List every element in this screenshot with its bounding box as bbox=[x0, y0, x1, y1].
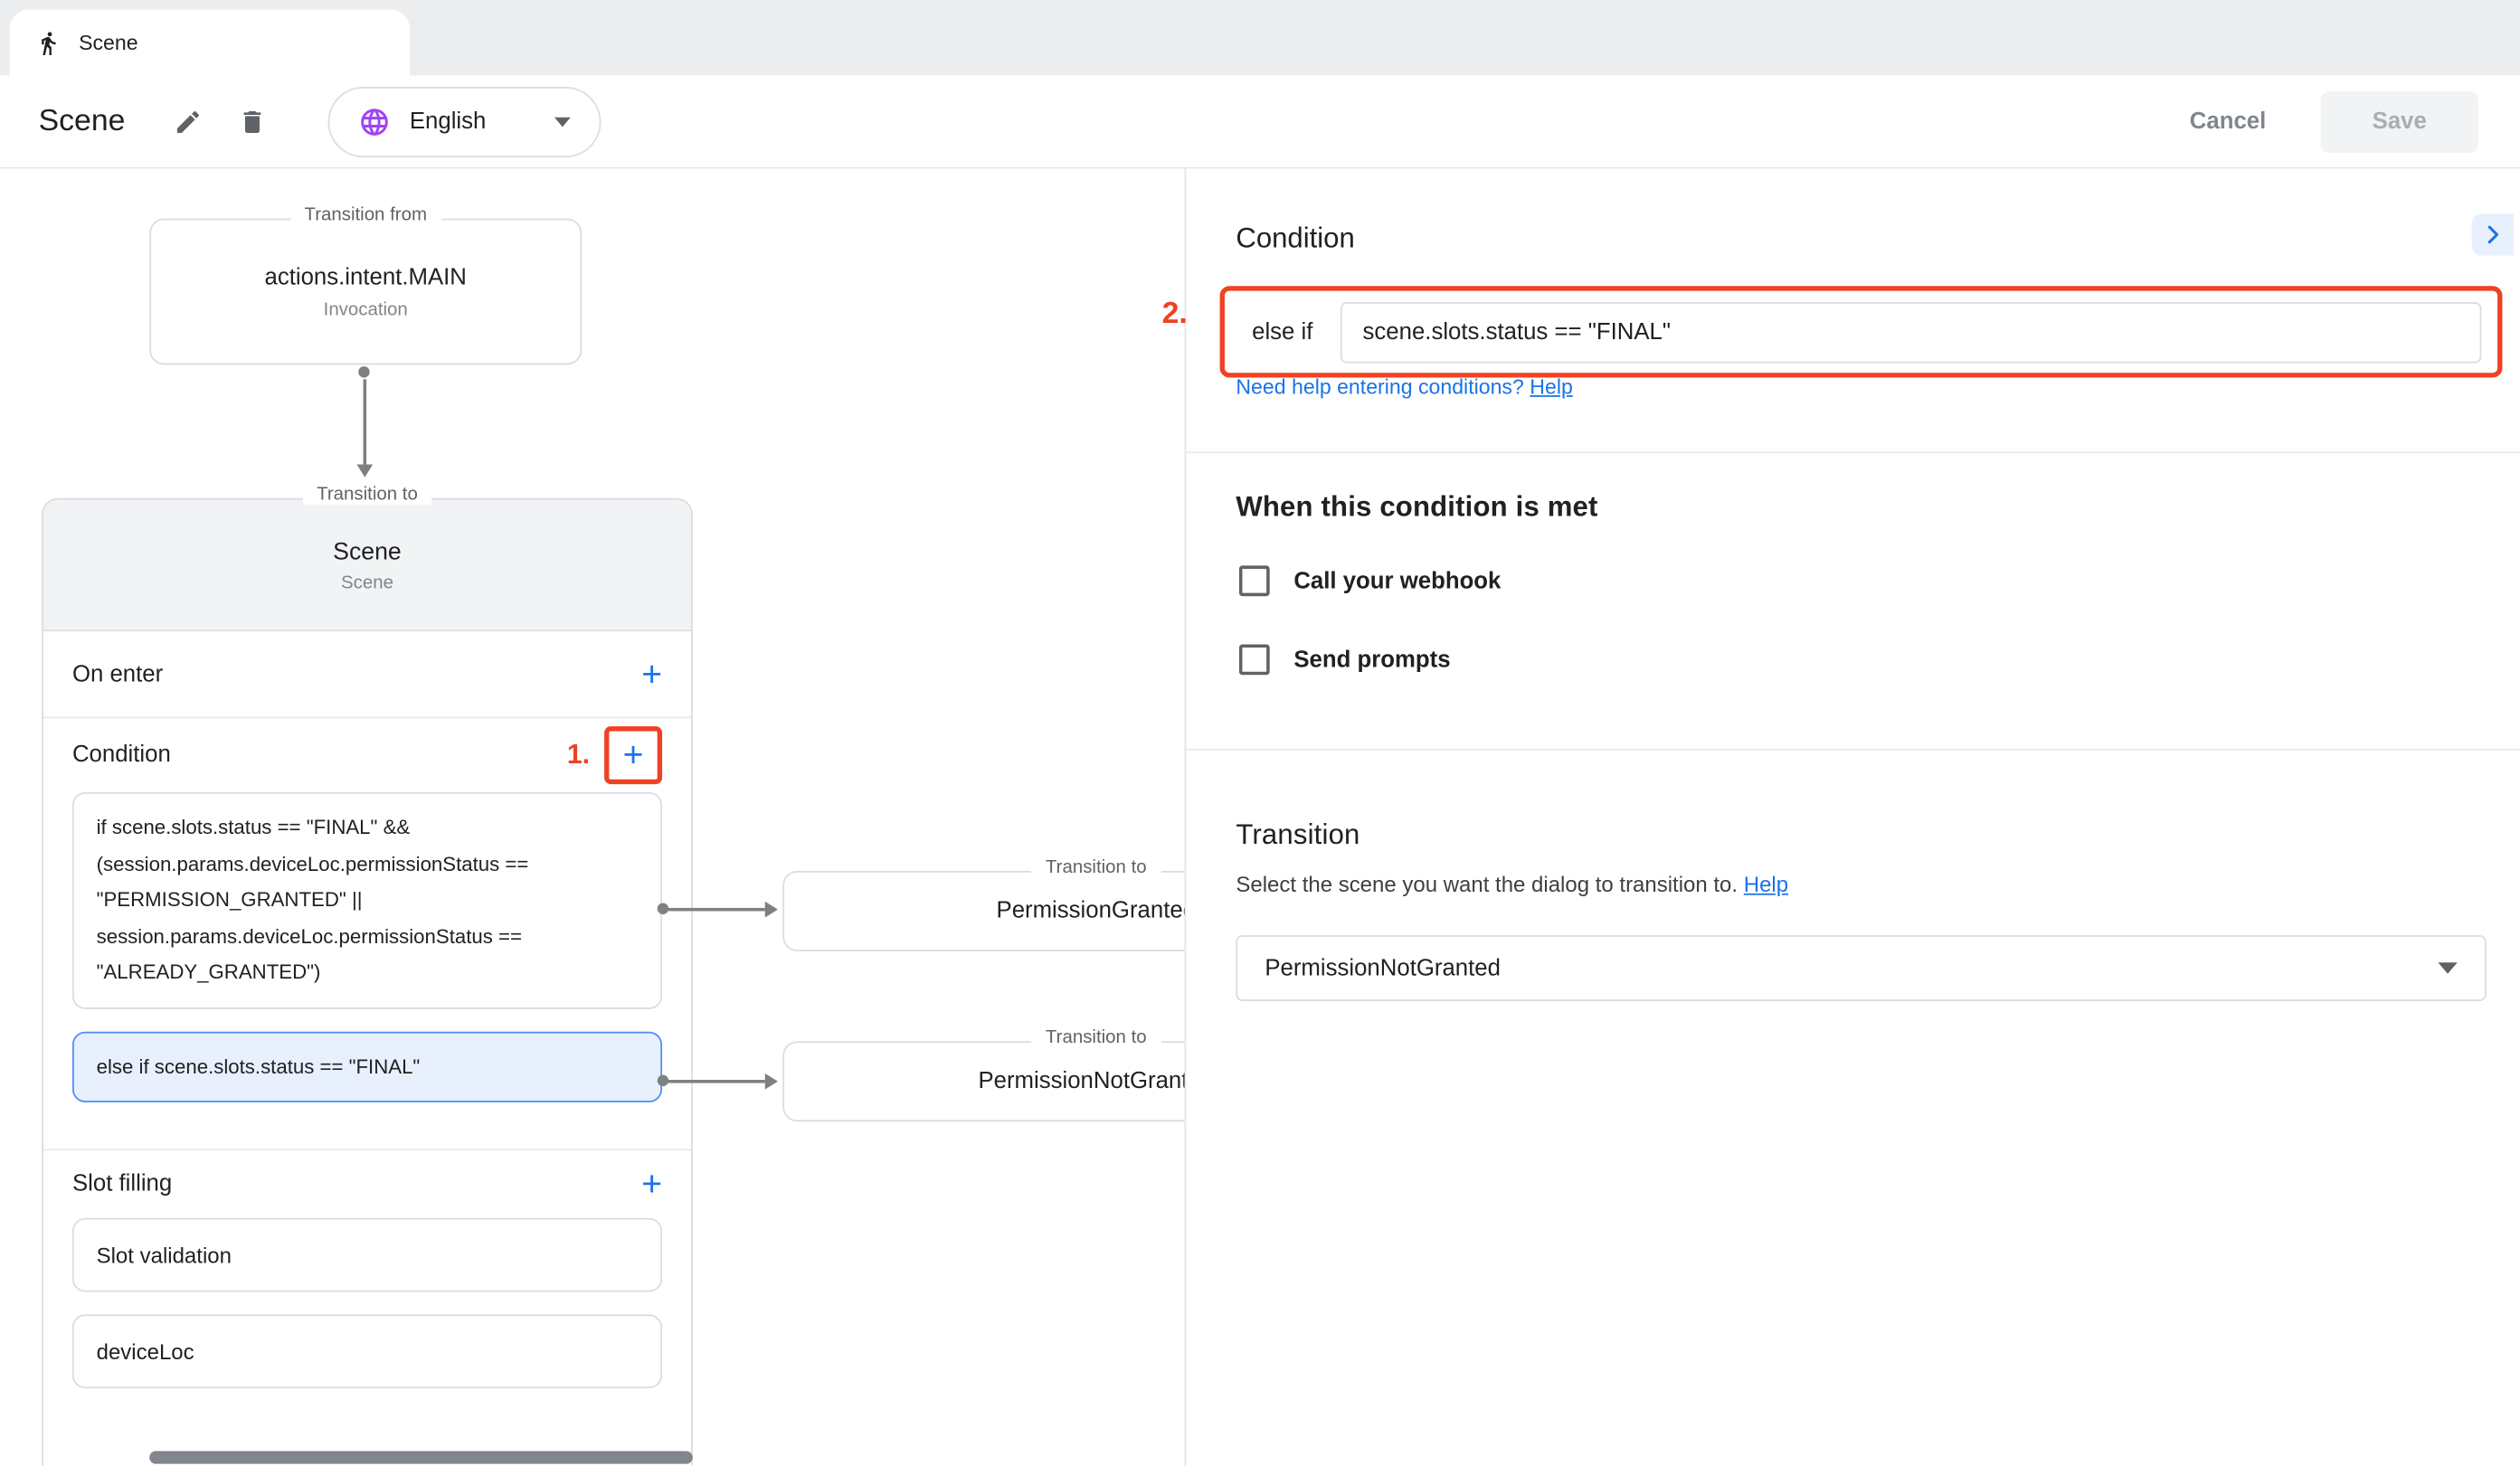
condition-item-2-selected[interactable]: else if scene.slots.status == "FINAL" bbox=[72, 1031, 662, 1102]
scene-tab[interactable]: Scene bbox=[10, 10, 410, 76]
divider bbox=[1186, 451, 2520, 453]
call-webhook-label: Call your webhook bbox=[1293, 568, 1501, 593]
target-scene-name: PermissionNotGranted bbox=[978, 1069, 1184, 1094]
tab-bar: Scene bbox=[0, 0, 2520, 76]
add-slot-button[interactable]: + bbox=[641, 1167, 662, 1202]
permission-granted-node[interactable]: Transition to PermissionGranted bbox=[782, 871, 1184, 951]
annotation-2: 2. bbox=[1162, 298, 1188, 333]
scene-card-subtitle: Scene bbox=[341, 572, 393, 591]
transition-from-label: Transition from bbox=[289, 205, 441, 224]
panel-title: Condition bbox=[1236, 222, 1354, 255]
help-text: Need help entering conditions? bbox=[1236, 374, 1523, 399]
page-title: Scene bbox=[39, 104, 126, 139]
condition-help-line: Need help entering conditions? Help bbox=[1236, 374, 1572, 399]
scene-card-header: Scene Scene bbox=[43, 500, 691, 632]
connector-line bbox=[364, 379, 366, 464]
slot-filling-label: Slot filling bbox=[72, 1171, 172, 1196]
arrowhead-right-icon bbox=[765, 1073, 778, 1090]
condition-item-1[interactable]: if scene.slots.status == "FINAL" && (ses… bbox=[72, 792, 662, 1008]
scene-card-title: Scene bbox=[333, 537, 402, 564]
intent-subtitle: Invocation bbox=[324, 299, 408, 318]
connector-dot bbox=[358, 366, 369, 377]
scene-canvas: Transition from actions.intent.MAIN Invo… bbox=[0, 169, 1185, 1466]
target-scene-name: PermissionGranted bbox=[997, 898, 1185, 923]
call-webhook-checkbox-row[interactable]: Call your webhook bbox=[1239, 565, 1501, 596]
transition-to-label: Transition to bbox=[1031, 1028, 1161, 1047]
header: Scene English Cancel Save bbox=[0, 76, 2520, 169]
connector-line bbox=[667, 908, 764, 911]
else-if-label: else if bbox=[1252, 319, 1312, 345]
horizontal-scrollbar[interactable] bbox=[149, 1451, 693, 1463]
condition-detail-panel: Condition 2. else if scene.slots.status … bbox=[1185, 169, 2520, 1466]
delete-scene-button[interactable] bbox=[225, 94, 279, 148]
dropdown-arrow-icon bbox=[2438, 962, 2457, 973]
annotation-2-highlight: else if scene.slots.status == "FINAL" bbox=[1220, 286, 2503, 377]
transition-scene-dropdown[interactable]: PermissionNotGranted bbox=[1236, 935, 2486, 1001]
chevron-right-icon bbox=[2480, 222, 2506, 247]
transition-help-link[interactable]: Help bbox=[1744, 873, 1788, 897]
edit-scene-button[interactable] bbox=[160, 94, 214, 148]
header-actions: Cancel Save bbox=[2190, 90, 2482, 152]
transition-to-label: Transition to bbox=[1031, 858, 1161, 877]
tab-label: Scene bbox=[79, 31, 138, 55]
transition-title: Transition bbox=[1236, 818, 1359, 851]
send-prompts-label: Send prompts bbox=[1293, 647, 1450, 672]
app-window: Scene Scene English Cancel Save Transiti… bbox=[0, 0, 2520, 1465]
annotation-1: 1. bbox=[567, 739, 590, 771]
trash-icon bbox=[238, 107, 267, 136]
when-met-title: When this condition is met bbox=[1236, 490, 1597, 524]
assistant-action-icon bbox=[35, 30, 61, 55]
on-enter-label: On enter bbox=[72, 661, 163, 686]
caret-down-icon bbox=[554, 117, 571, 127]
transition-description: Select the scene you want the dialog to … bbox=[1236, 873, 1788, 897]
transition-from-node[interactable]: Transition from actions.intent.MAIN Invo… bbox=[149, 219, 582, 365]
save-button[interactable]: Save bbox=[2321, 90, 2478, 152]
send-prompts-checkbox-row[interactable]: Send prompts bbox=[1239, 644, 1451, 675]
transition-description-text: Select the scene you want the dialog to … bbox=[1236, 873, 1738, 897]
divider bbox=[1186, 749, 2520, 751]
condition-section-header: Condition 1. + bbox=[43, 718, 691, 792]
on-enter-row: On enter + bbox=[43, 631, 691, 718]
condition-expression-input[interactable]: scene.slots.status == "FINAL" bbox=[1341, 301, 2482, 363]
transition-to-label: Transition to bbox=[302, 486, 432, 505]
conditions-help-link[interactable]: Help bbox=[1530, 374, 1573, 399]
deviceloc-slot-item[interactable]: deviceLoc bbox=[72, 1314, 662, 1388]
language-selector[interactable]: English bbox=[327, 86, 601, 156]
permission-not-granted-node[interactable]: Transition to PermissionNotGranted bbox=[782, 1041, 1184, 1121]
annotation-1-highlight: + bbox=[604, 726, 662, 784]
slot-validation-item[interactable]: Slot validation bbox=[72, 1218, 662, 1292]
intent-name: actions.intent.MAIN bbox=[265, 264, 467, 289]
pencil-icon bbox=[174, 107, 203, 136]
arrowhead-right-icon bbox=[765, 902, 778, 918]
globe-icon bbox=[358, 105, 391, 137]
cancel-button[interactable]: Cancel bbox=[2190, 109, 2267, 134]
dropdown-selected-value: PermissionNotGranted bbox=[1265, 955, 1501, 980]
checkbox-unchecked-icon[interactable] bbox=[1239, 565, 1270, 596]
add-condition-button[interactable]: + bbox=[623, 738, 644, 773]
slot-filling-section-header: Slot filling + bbox=[43, 1149, 691, 1217]
connector-line bbox=[667, 1080, 764, 1083]
language-label: English bbox=[410, 109, 535, 134]
arrowhead-down-icon bbox=[356, 464, 373, 477]
checkbox-unchecked-icon[interactable] bbox=[1239, 644, 1270, 675]
collapse-panel-button[interactable] bbox=[2472, 213, 2514, 255]
condition-section-label: Condition bbox=[72, 742, 171, 768]
scene-node-card[interactable]: Transition to Scene Scene On enter + Con… bbox=[42, 498, 693, 1466]
add-on-enter-button[interactable]: + bbox=[641, 657, 662, 692]
